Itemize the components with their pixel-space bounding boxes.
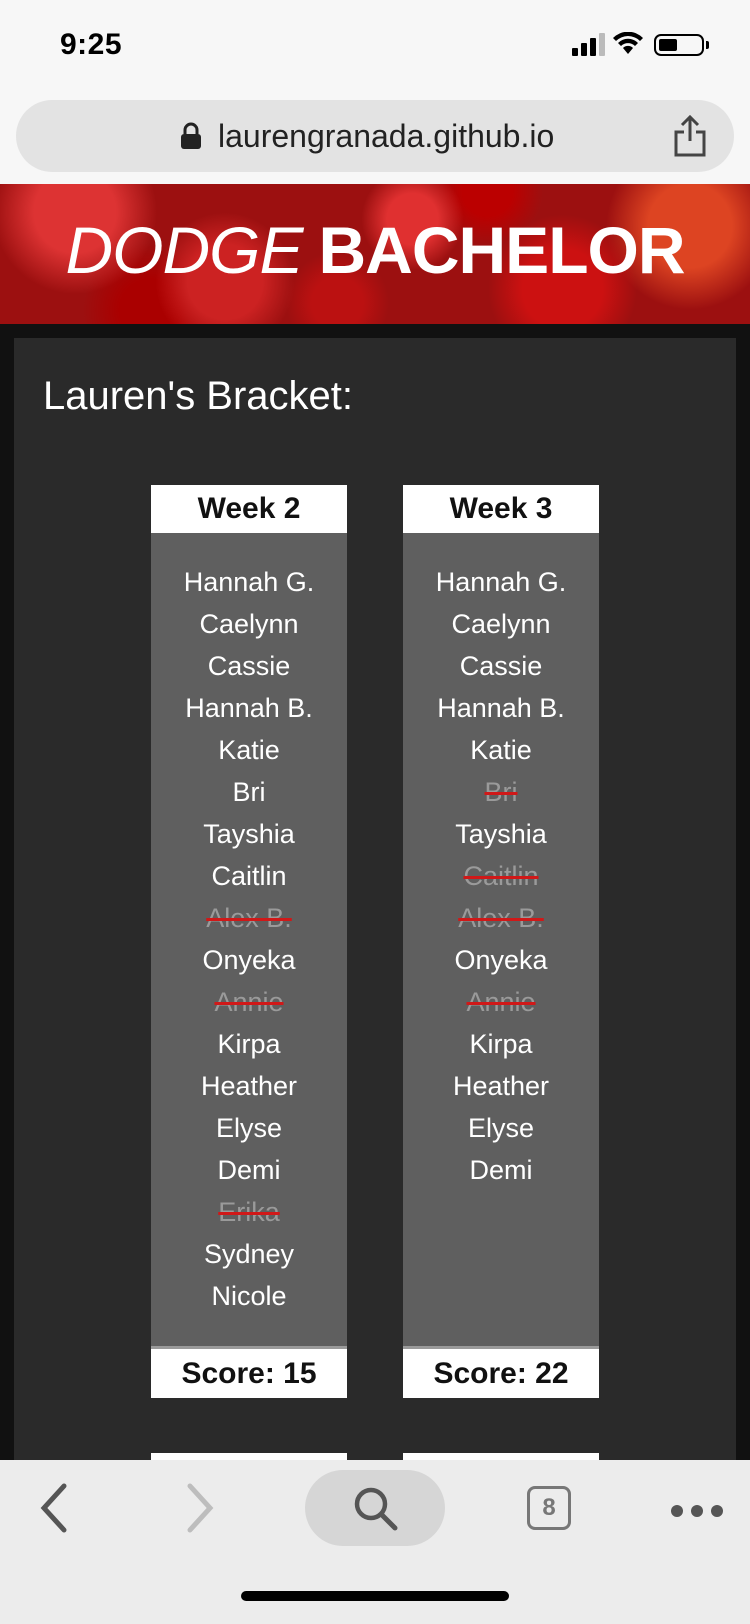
url-text[interactable]: laurengranada.github.io: [218, 118, 554, 155]
contestant-name: Onyeka: [454, 945, 548, 975]
battery-icon: [654, 34, 704, 56]
contestant-name-eliminated: Caitlin: [463, 861, 539, 891]
week-score: Score: 15: [151, 1349, 347, 1398]
week-column: Week 3 Hannah G. Caelynn Cassie Hannah B. Ka…: [403, 485, 599, 1398]
search-icon: [354, 1487, 398, 1531]
contestant-list: Hannah G. Caelynn Cassie Hannah B. Katie Bri T…: [403, 533, 599, 1349]
share-icon[interactable]: [672, 114, 708, 158]
contestant-name: Tayshia: [203, 819, 295, 849]
contestant-name-eliminated: Erika: [218, 1197, 280, 1227]
contestant-name: Elyse: [215, 1113, 283, 1143]
contestant-name: Hannah G.: [435, 567, 567, 597]
bracket-panel: Lauren's Bracket: Week 2 Hannah G. Caelyn…: [14, 338, 736, 1461]
contestant-name: Caitlin: [211, 861, 287, 891]
contestant-name: Kirpa: [469, 1029, 533, 1059]
search-button[interactable]: [305, 1470, 445, 1546]
forward-icon[interactable]: [182, 1482, 218, 1534]
contestant-name: Heather: [200, 1071, 298, 1101]
contestant-name-eliminated: Alex B.: [458, 903, 544, 933]
bracket-heading: Lauren's Bracket:: [43, 374, 354, 418]
status-bar: 9:25: [0, 0, 750, 92]
contestant-name: Tayshia: [455, 819, 547, 849]
browser-toolbar: 8: [0, 1460, 750, 1624]
contestant-list: Hannah G. Caelynn Cassie Hannah B. Katie Bri T…: [151, 533, 347, 1349]
contestant-name: Bri: [232, 777, 266, 807]
contestant-name: Hannah B.: [437, 693, 565, 723]
address-bar[interactable]: laurengranada.github.io: [16, 100, 734, 172]
tabs-button[interactable]: 8: [527, 1486, 571, 1530]
contestant-name-eliminated: Annie: [466, 987, 536, 1017]
cellular-signal-icon: [572, 33, 605, 56]
site-banner: DODGE BACHELOR: [0, 184, 750, 324]
week-label: Week 3: [403, 485, 599, 533]
contestant-name: Cassie: [207, 651, 291, 681]
contestant-name: Kirpa: [217, 1029, 281, 1059]
lock-icon: [181, 122, 201, 149]
contestant-name: Katie: [218, 735, 280, 765]
week-column: Week 2 Hannah G. Caelynn Cassie Hannah B. Ka…: [151, 485, 347, 1398]
site-title-light: DODGE: [65, 213, 303, 287]
contestant-name: Demi: [469, 1155, 533, 1185]
contestant-name-eliminated: Alex B.: [206, 903, 292, 933]
contestant-name: Hannah B.: [185, 693, 313, 723]
week-label: Week 2: [151, 485, 347, 533]
battery-cap: [706, 41, 709, 49]
contestant-name: Nicole: [211, 1281, 287, 1311]
contestant-name: Elyse: [467, 1113, 535, 1143]
contestant-name-eliminated: Annie: [214, 987, 284, 1017]
status-icons: [572, 32, 722, 62]
contestant-name: Demi: [217, 1155, 281, 1185]
contestant-name: Sydney: [203, 1239, 295, 1269]
home-indicator[interactable]: [241, 1591, 509, 1601]
contestant-name-eliminated: Bri: [484, 777, 518, 807]
contestant-name: Caelynn: [451, 609, 551, 639]
contestant-name: Cassie: [459, 651, 543, 681]
site-title-bold: BACHELOR: [318, 213, 686, 287]
status-time: 9:25: [60, 28, 123, 61]
contestant-name: Heather: [452, 1071, 550, 1101]
wifi-icon: [613, 32, 643, 54]
contestant-name: Onyeka: [202, 945, 296, 975]
contestant-name: Hannah G.: [183, 567, 315, 597]
contestant-name: Caelynn: [199, 609, 299, 639]
week-score: Score: 22: [403, 1349, 599, 1398]
back-icon[interactable]: [36, 1482, 72, 1534]
contestant-name: Katie: [470, 735, 532, 765]
site-title: DODGE BACHELOR: [0, 212, 750, 288]
browser-address-area: laurengranada.github.io: [0, 92, 750, 184]
more-icon[interactable]: [670, 1504, 724, 1518]
